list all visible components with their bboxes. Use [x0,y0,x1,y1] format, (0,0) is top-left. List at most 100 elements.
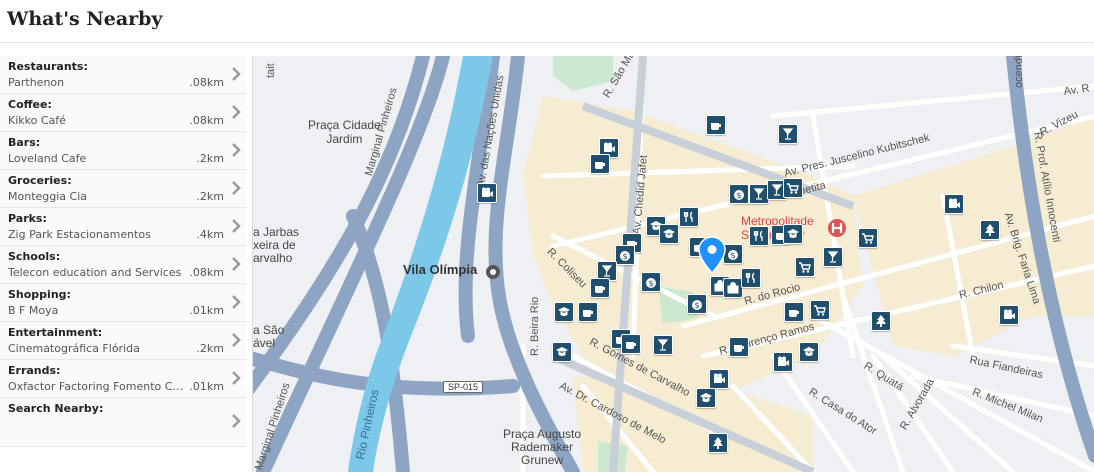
header: What's Nearby [0,0,1094,43]
search-nearby-row[interactable]: Search Nearby: [0,398,246,447]
bank-icon[interactable]: $ [723,244,743,264]
shopping-icon[interactable] [723,278,743,298]
distance: .4km [196,228,224,241]
chevron-right-icon [232,257,241,271]
station-icon [486,265,500,279]
grocery-icon[interactable] [858,228,878,248]
school-icon[interactable] [799,342,819,362]
bank-icon[interactable]: $ [687,294,707,314]
place-name: Parthenon [8,76,65,89]
school-icon[interactable] [552,342,572,362]
coffee-icon[interactable] [784,302,804,322]
entertainment-icon[interactable] [709,369,729,389]
category-label: Errands: [8,364,61,377]
place-name: Zig Park Estacionamentos [8,228,151,241]
grocery-icon[interactable] [783,178,803,198]
category-row-coffee[interactable]: Coffee: Kikko Café .08km [0,94,246,132]
place-name: Oxfactor Factoring Fomento Co... [8,380,188,393]
place-name: Telecon education and Services [8,266,182,279]
svg-text:$: $ [736,191,741,200]
category-label: Restaurants: [8,60,88,73]
category-row-errands[interactable]: Errands: Oxfactor Factoring Fomento Co..… [0,360,246,398]
category-row-shopping[interactable]: Shopping: B F Moya .01km [0,284,246,322]
entertainment-icon[interactable] [999,305,1019,325]
category-label: Parks: [8,212,47,225]
grocery-icon[interactable] [795,257,815,277]
bar-icon[interactable] [749,184,769,204]
distance: .08km [189,114,224,127]
park-icon[interactable] [708,433,728,453]
distance: .08km [189,76,224,89]
park-icon[interactable] [980,220,1000,240]
distance: .01km [189,304,224,317]
grocery-icon[interactable] [810,300,830,320]
place-name: Cinematográfica Flórida [8,342,140,355]
search-nearby-label: Search Nearby: [8,402,104,415]
chevron-right-icon [232,219,241,233]
category-label: Groceries: [8,174,72,187]
bank-icon[interactable]: $ [641,272,661,292]
category-label: Bars: [8,136,41,149]
bar-icon[interactable] [653,335,673,355]
category-row-schools[interactable]: Schools: Telecon education and Services … [0,246,246,284]
coffee-icon[interactable] [578,302,598,322]
category-row-entertainment[interactable]: Entertainment: Cinematográfica Flórida .… [0,322,246,360]
restaurant-icon[interactable] [741,268,761,288]
category-label: Schools: [8,250,61,263]
svg-text:$: $ [730,251,735,260]
bar-icon[interactable] [823,247,843,267]
school-icon[interactable] [783,224,803,244]
svg-text:$: $ [694,301,699,310]
distance: .2km [196,342,224,355]
category-row-parks[interactable]: Parks: Zig Park Estacionamentos .4km [0,208,246,246]
category-label: Shopping: [8,288,71,301]
category-row-restaurants[interactable]: Restaurants: Parthenon .08km [0,56,246,94]
school-icon[interactable] [696,388,716,408]
entertainment-icon[interactable] [477,183,497,203]
chevron-right-icon [232,181,241,195]
chevron-right-icon [232,295,241,309]
entertainment-icon[interactable] [773,352,793,372]
bank-icon[interactable]: $ [615,245,635,265]
nearby-category-list: Restaurants: Parthenon .08km Coffee: Kik… [0,56,246,447]
hospital-icon [828,219,846,237]
place-name: Kikko Café [8,114,66,127]
chevron-right-icon [232,67,241,81]
park-icon[interactable] [871,311,891,331]
category-label: Entertainment: [8,326,103,339]
category-row-bars[interactable]: Bars: Loveland Cafe .2km [0,132,246,170]
map-base [253,56,1094,472]
chevron-right-icon [232,143,241,157]
restaurant-icon[interactable] [749,226,769,246]
svg-text:$: $ [622,252,627,261]
map-label-sp015: SP-015 [443,381,484,393]
distance: .08km [189,266,224,279]
coffee-icon[interactable] [706,115,726,135]
coffee-icon[interactable] [729,337,749,357]
bank-icon[interactable]: $ [729,184,749,204]
location-pin-icon[interactable] [698,236,726,274]
coffee-icon[interactable] [590,154,610,174]
page-title: What's Nearby [7,8,163,30]
chevron-right-icon [232,414,241,428]
restaurant-icon[interactable] [679,207,699,227]
place-name: B F Moya [8,304,59,317]
entertainment-icon[interactable] [944,194,964,214]
distance: .2km [196,190,224,203]
category-row-groceries[interactable]: Groceries: Monteggia Cia .2km [0,170,246,208]
distance: .2km [196,152,224,165]
place-name: Loveland Cafe [8,152,87,165]
coffee-icon[interactable] [621,334,641,354]
bar-icon[interactable] [778,124,798,144]
school-icon[interactable] [554,302,574,322]
chevron-right-icon [232,333,241,347]
coffee-icon[interactable] [590,278,610,298]
place-name: Monteggia Cia [8,190,88,203]
chevron-right-icon [232,371,241,385]
map-view[interactable]: Praça Cidade Jardim Vila Olímpia Margina… [252,56,1094,472]
chevron-right-icon [232,105,241,119]
distance: .01km [189,380,224,393]
svg-text:$: $ [648,279,653,288]
category-label: Coffee: [8,98,52,111]
school-icon[interactable] [659,224,679,244]
